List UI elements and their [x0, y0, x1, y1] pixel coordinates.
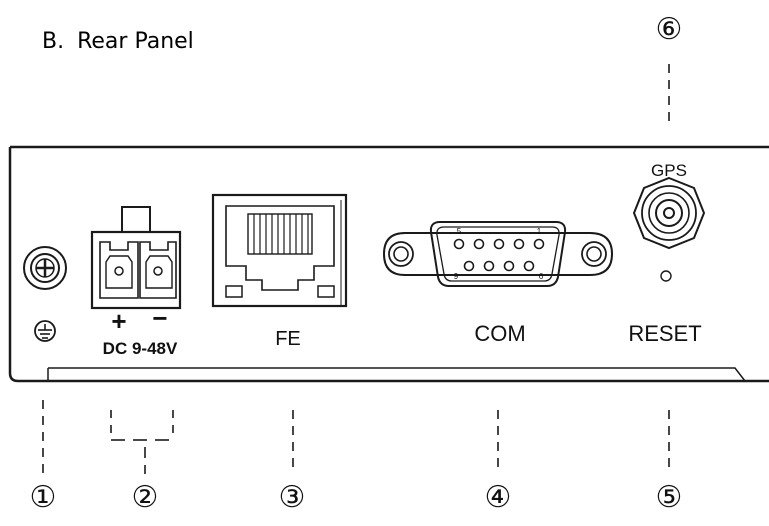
db9-connector-icon: [382, 221, 614, 287]
reset-label: RESET: [628, 321, 701, 346]
terminal-block-icon: [90, 206, 182, 310]
sma-connector-icon: [632, 176, 706, 250]
callout-1: ①: [30, 480, 57, 515]
callout-5: ⑤: [656, 480, 683, 515]
callout-2: ②: [132, 480, 159, 515]
callout-6: ⑥: [656, 12, 683, 47]
ground-screw-icon: [23, 246, 67, 290]
power-rating-label: DC 9-48V: [103, 339, 178, 358]
power-minus-label: −: [152, 303, 167, 333]
leader-bracket-2: [110, 410, 174, 474]
leader-lines: [42, 64, 670, 474]
db9-pin-6-label: 6: [539, 272, 544, 281]
reset-pinhole-icon[interactable]: [660, 270, 672, 282]
db9-pin-5-label: 5: [457, 227, 462, 236]
db9-pin-1-label: 1: [537, 227, 542, 236]
callout-4: ④: [485, 480, 512, 515]
gps-label: GPS: [651, 161, 687, 180]
fe-label: FE: [275, 328, 301, 350]
power-plus-label: +: [111, 306, 126, 336]
com-label: COM: [474, 321, 525, 346]
ground-symbol-icon: [34, 320, 56, 342]
rj45-port-icon: [211, 193, 348, 308]
db9-pin-9-label: 9: [454, 272, 459, 281]
callout-3: ③: [279, 480, 306, 515]
rear-panel-diagram: GPS + − DC 9-48V FE COM RESET 5 1 9 6 ⑥ …: [8, 12, 769, 515]
